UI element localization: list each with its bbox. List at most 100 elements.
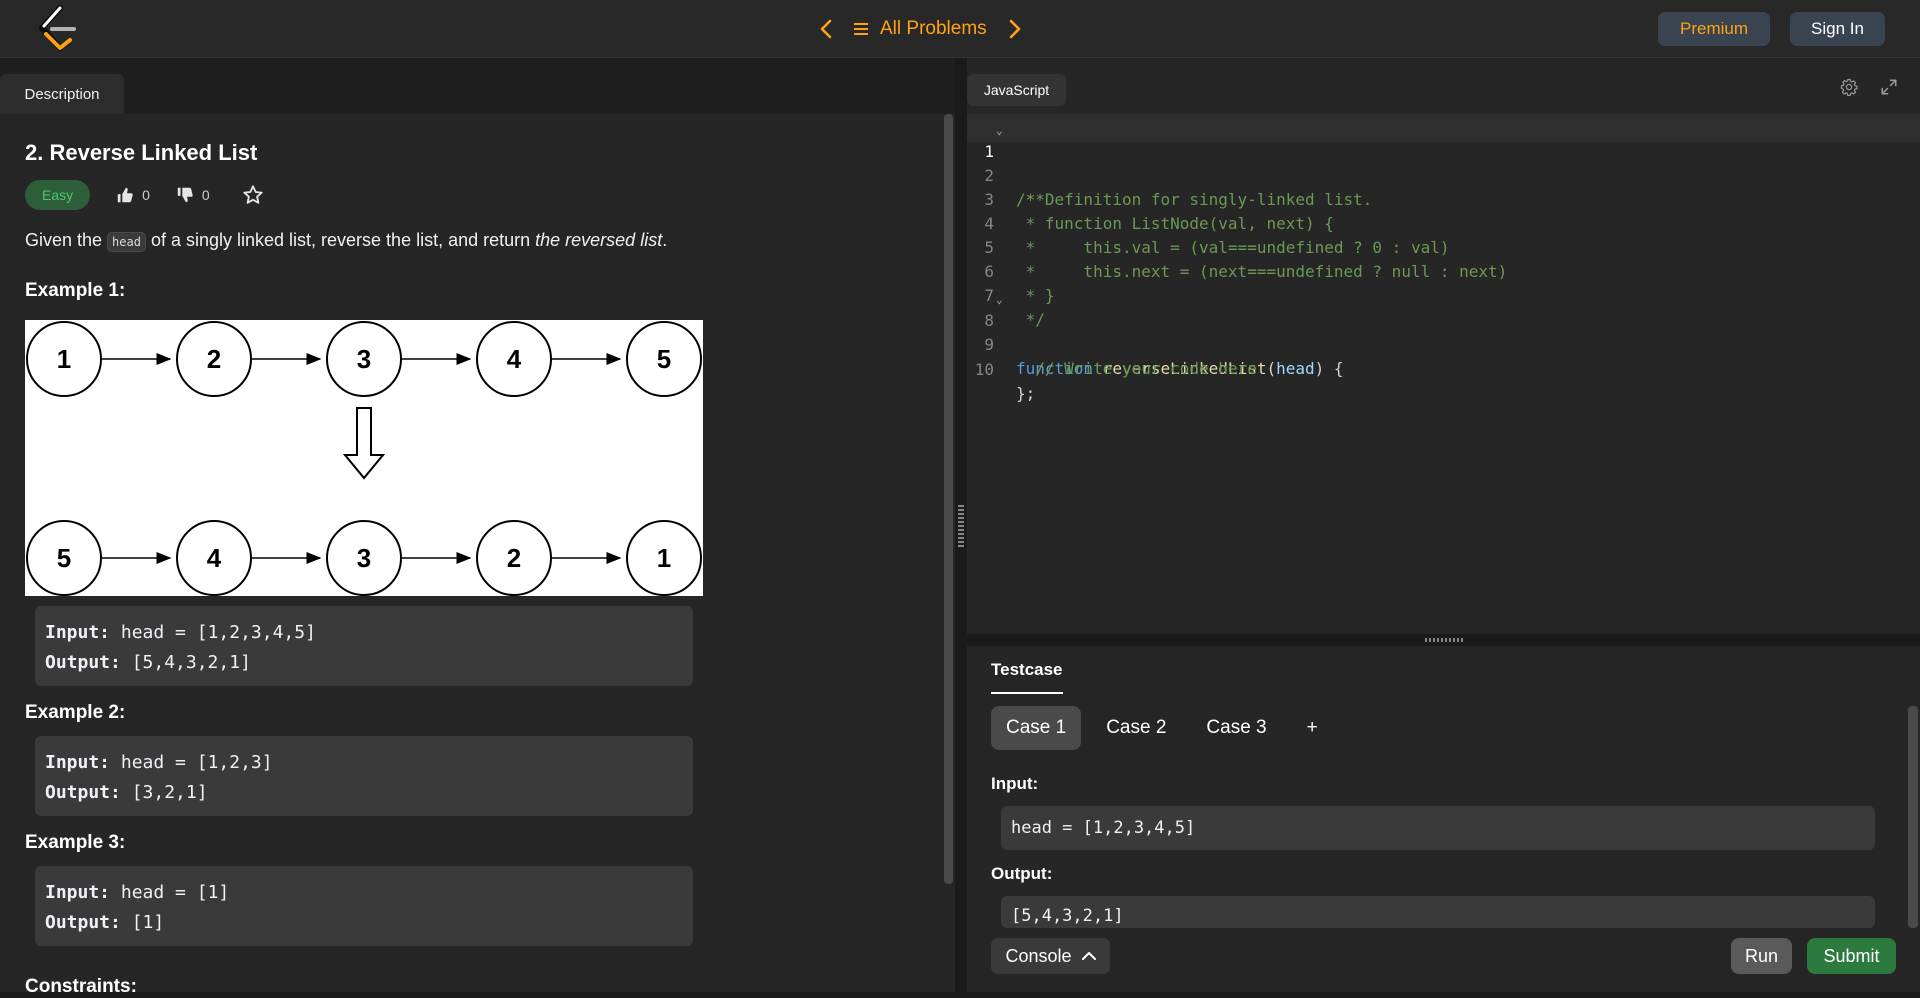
example-2-input: Input: head = [1,2,3] (45, 748, 693, 778)
diagram-bottom-node: 3 (357, 543, 371, 573)
example-3-box: Input: head = [1] Output: [1] (35, 866, 693, 946)
console-label: Console (1005, 945, 1072, 966)
case-2-tab[interactable]: Case 2 (1091, 706, 1181, 750)
tab-testcase[interactable]: Testcase (991, 660, 1063, 694)
all-problems-link[interactable]: All Problems (854, 18, 987, 40)
description-panel: Description 2. Reverse Linked List Easy … (0, 58, 955, 997)
code-text: * this.val = (val===undefined ? 0 : val) (1016, 238, 1450, 257)
problem-description: Given the head of a singly linked list, … (25, 230, 668, 252)
code-text: * Definition for singly-linked list. (1016, 190, 1373, 209)
diagram-top-node: 5 (657, 344, 671, 374)
example-1-box: Input: head = [1,2,3,4,5] Output: [5,4,3… (35, 606, 693, 686)
panel-resizer[interactable] (955, 58, 967, 992)
case-3-tab[interactable]: Case 3 (1191, 706, 1281, 750)
testcase-scrollbar[interactable] (1908, 706, 1918, 928)
resize-grip-icon (1425, 638, 1465, 642)
code-line: 6 * } (967, 236, 1054, 305)
output-value: [3,2,1] (120, 782, 208, 803)
add-case-button[interactable]: + (1292, 706, 1333, 750)
code-line: 2 * Definition for singly-linked list. (967, 140, 1372, 209)
testcase-output-label: Output: (991, 864, 1053, 883)
editor-resizer[interactable] (967, 634, 1920, 646)
dislike-button[interactable]: 0 (176, 186, 210, 204)
example-3-heading: Example 3: (25, 832, 126, 853)
example-1-input: Input: head = [1,2,3,4,5] (45, 618, 693, 648)
example-2-heading: Example 2: (25, 702, 126, 723)
example-2-output: Output: [3,2,1] (45, 778, 693, 808)
diagram-bottom-row: 5 4 3 2 1 (26, 520, 702, 596)
problem-navigation: All Problems (820, 12, 1021, 46)
language-selector[interactable]: JavaScript (967, 74, 1066, 106)
resize-grip-icon (958, 505, 964, 547)
next-problem-icon[interactable] (1009, 19, 1021, 39)
code-text: }; (1016, 384, 1036, 403)
tab-description[interactable]: Description (0, 74, 124, 114)
paren-close: ) { (1314, 359, 1344, 378)
top-navbar: All Problems Premium Sign In (0, 0, 1920, 58)
logo-icon[interactable] (32, 4, 80, 54)
testcase-input-field[interactable]: head = [1,2,3,4,5] (1001, 806, 1875, 850)
code-text: // Write your code here (1016, 359, 1257, 378)
thumbs-up-icon (117, 187, 133, 203)
output-label: Output: (45, 912, 121, 933)
diagram-top-node: 3 (357, 344, 371, 374)
code-line: 9 // Write your code here (967, 309, 1256, 378)
like-count: 0 (142, 187, 150, 203)
action-bar: Console Run Submit (967, 928, 1920, 992)
all-problems-label: All Problems (880, 18, 987, 39)
favorite-star-icon[interactable] (242, 184, 264, 206)
input-value: head = [1,2,3,4,5] (110, 622, 316, 643)
run-button[interactable]: Run (1731, 938, 1792, 974)
desc-code-head: head (107, 232, 146, 252)
param-name: head (1276, 359, 1315, 378)
sign-in-button[interactable]: Sign In (1790, 12, 1885, 46)
description-tabbar: Description (0, 58, 955, 114)
case-tabs: Case 1 Case 2 Case 3 + (991, 706, 1333, 750)
testcase-panel: Testcase Case 1 Case 2 Case 3 + Input: h… (967, 646, 1920, 992)
example-3-output: Output: [1] (45, 908, 693, 938)
example-1-output: Output: [5,4,3,2,1] (45, 648, 693, 678)
line-number: 10 (974, 360, 994, 379)
console-button[interactable]: Console (991, 938, 1110, 974)
premium-button[interactable]: Premium (1658, 12, 1770, 46)
code-line: 8 ⌄ function reverseLinkedList(head) { (967, 285, 1343, 378)
editor-panel: JavaScript 1 ⌄ /** 2 * Definition for si… (967, 58, 1920, 992)
testcase-output-field: [5,4,3,2,1] (1001, 896, 1875, 928)
diagram-bottom-node: 5 (57, 543, 71, 573)
code-line: 7 */ (967, 260, 1045, 329)
desc-text-1: Given the (25, 230, 108, 250)
description-scrollbar[interactable] (944, 114, 953, 884)
editor-tabbar: JavaScript (967, 58, 1920, 114)
output-value: [5,4,3,2,1] (120, 652, 251, 673)
desc-text-2: of a singly linked list, reverse the lis… (145, 230, 536, 250)
fullscreen-icon[interactable] (1880, 78, 1898, 96)
list-icon (854, 23, 868, 35)
example-1-heading: Example 1: (25, 280, 126, 301)
paren-open: ( (1266, 359, 1277, 378)
linked-list-diagram: 1 2 3 4 5 5 4 3 2 1 (25, 320, 703, 596)
code-line: 5 * this.next = (next===undefined ? null… (967, 212, 1507, 281)
input-label: Input: (45, 882, 111, 903)
input-label: Input: (45, 752, 111, 773)
diagram-bottom-node: 2 (507, 543, 521, 573)
code-line: 3 * function ListNode(val, next) { (967, 164, 1334, 233)
diagram-top-node: 1 (57, 344, 71, 374)
like-button[interactable]: 0 (116, 186, 150, 204)
dislike-count: 0 (201, 187, 210, 203)
code-line: 10 }; (967, 334, 1036, 403)
prev-problem-icon[interactable] (820, 19, 832, 39)
desc-text-3: . (662, 230, 668, 250)
constraints-heading: Constraints: (25, 976, 137, 997)
diagram-bottom-node: 1 (657, 543, 671, 573)
down-arrow-icon (342, 407, 386, 480)
code-editor[interactable]: 1 ⌄ /** 2 * Definition for singly-linked… (967, 114, 1920, 634)
case-1-tab[interactable]: Case 1 (991, 706, 1082, 750)
gear-icon[interactable] (1840, 78, 1858, 96)
submit-button[interactable]: Submit (1807, 938, 1896, 974)
testcase-input-label: Input: (991, 774, 1039, 793)
code-text: * this.next = (next===undefined ? null :… (1016, 262, 1508, 281)
output-value: [1] (120, 912, 165, 933)
code-line: 1 ⌄ /** (967, 116, 1045, 209)
input-value: head = [1,2,3] (110, 752, 273, 773)
output-label: Output: (45, 652, 121, 673)
